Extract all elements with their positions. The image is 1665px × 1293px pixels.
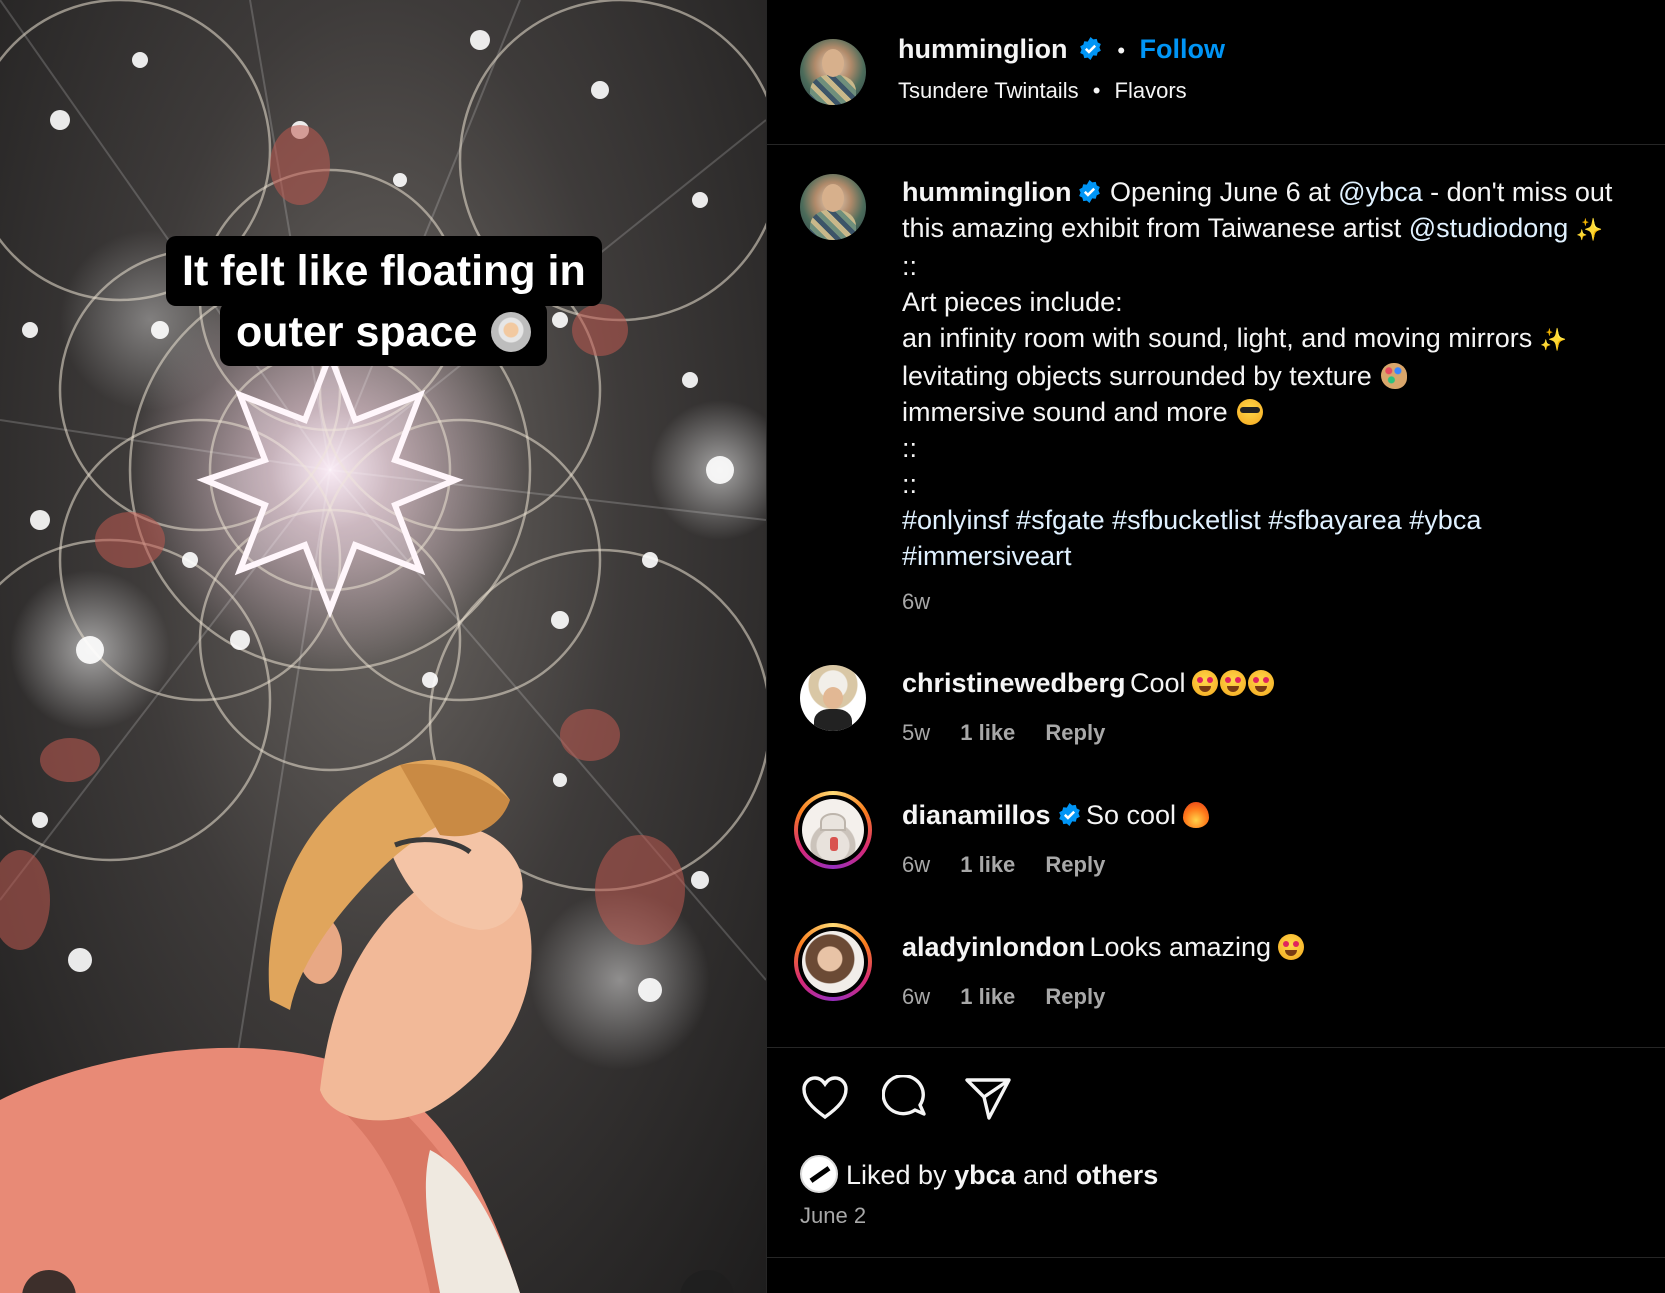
comment-likes[interactable]: 1 like (960, 720, 1015, 745)
footer-divider (767, 1257, 1665, 1258)
liked-by-others[interactable]: others (1076, 1160, 1159, 1190)
caption-line-2: outer space (220, 302, 548, 366)
author-username[interactable]: humminglion (898, 34, 1067, 64)
header-separator: • (1117, 38, 1126, 63)
caption-separator: :: (902, 469, 918, 499)
comment-text: Cool (1130, 668, 1186, 698)
caption-hashtags[interactable]: #onlyinsf #sfgate #sfbucketlist #sfbayar… (902, 502, 1662, 538)
caption-line-2-text: outer space (236, 308, 478, 356)
post-date: June 2 (800, 1203, 867, 1228)
caption-text-3: this amazing exhibit from Taiwanese arti… (902, 213, 1409, 243)
verified-badge-icon (1079, 180, 1101, 203)
caption-text-2: - don't miss out (1422, 177, 1613, 207)
comment-meta: 6w 1 like Reply (902, 984, 1105, 1010)
caption-levitating-line: levitating objects surrounded by texture (902, 361, 1372, 391)
reply-button[interactable]: Reply (1045, 852, 1105, 877)
caption-immersive-line: immersive sound and more (902, 397, 1228, 427)
comment: dianamillos So cool (902, 797, 1209, 833)
ybca-avatar[interactable] (800, 1155, 838, 1193)
reply-button[interactable]: Reply (1045, 984, 1105, 1009)
liked-by-prefix: Liked by (846, 1160, 955, 1190)
heart-eyes-emoji-icon (1192, 670, 1218, 696)
liked-by-line[interactable]: Liked by ybca and others (800, 1155, 1158, 1193)
subline-separator: • (1092, 78, 1101, 103)
follow-button[interactable]: Follow (1140, 34, 1225, 64)
like-heart-icon[interactable] (801, 1075, 849, 1121)
caption-author-avatar[interactable] (800, 174, 866, 240)
caption-hashtags[interactable]: #immersiveart (902, 538, 1662, 574)
comment: aladyinlondon Looks amazing (902, 929, 1304, 965)
author-avatar[interactable] (800, 39, 866, 105)
post-header: humminglion • Follow Tsundere Twintails … (767, 0, 1665, 145)
liked-by-mid: and (1015, 1160, 1076, 1190)
comment: christinewedberg Cool (902, 665, 1274, 701)
comment-meta: 6w 1 like Reply (902, 852, 1105, 878)
sparkles-emoji-icon: ✨ (1575, 217, 1604, 242)
comment-username[interactable]: dianamillos (902, 800, 1051, 830)
comment-username[interactable]: christinewedberg (902, 668, 1126, 698)
caption-separator: :: (902, 433, 918, 463)
audio-title[interactable]: Tsundere Twintails (898, 78, 1079, 103)
story-ring-avatar[interactable] (794, 923, 872, 1001)
share-send-icon[interactable] (963, 1076, 1013, 1122)
comment-age: 6w (902, 852, 931, 877)
astronaut-emoji-icon (491, 312, 532, 352)
comment-username[interactable]: aladyinlondon (902, 932, 1085, 962)
verified-badge-icon (1058, 803, 1080, 826)
sparkles-emoji-icon: ✨ (1539, 327, 1568, 352)
audio-subline[interactable]: Tsundere Twintails • Flavors (898, 78, 1187, 104)
mention-ybca[interactable]: @ybca (1338, 177, 1422, 207)
post-details-panel: humminglion • Follow Tsundere Twintails … (766, 0, 1665, 1293)
comment-bubble-icon[interactable] (882, 1075, 930, 1123)
heart-eyes-emoji-icon (1220, 670, 1246, 696)
comment-likes[interactable]: 1 like (960, 984, 1015, 1009)
commenter-avatar[interactable] (800, 665, 866, 731)
caption-line-1: It felt like floating in (166, 236, 602, 306)
heart-eyes-emoji-icon (1248, 670, 1274, 696)
post-media[interactable]: It felt like floating in outer space (0, 0, 766, 1293)
caption-separator: :: (902, 251, 918, 281)
palette-emoji-icon (1381, 363, 1408, 389)
mirror-room-image (0, 0, 766, 1293)
comment-meta: 5w 1 like Reply (902, 720, 1105, 746)
comment-age: 5w (902, 720, 931, 745)
fire-emoji-icon (1182, 802, 1209, 828)
comment-age: 6w (902, 984, 931, 1009)
caption-text-1: Opening June 6 at (1110, 177, 1339, 207)
header-title-row: humminglion • Follow (898, 34, 1225, 65)
comment-text: Looks amazing (1089, 932, 1272, 962)
comment-likes[interactable]: 1 like (960, 852, 1015, 877)
sunglasses-emoji-icon (1237, 399, 1264, 425)
caption-username[interactable]: humminglion (902, 177, 1071, 207)
audio-artist[interactable]: Flavors (1115, 78, 1187, 103)
comment-text: So cool (1086, 800, 1177, 830)
caption-age: 6w (902, 589, 931, 614)
caption-infinity-line: an infinity room with sound, light, and … (902, 323, 1533, 353)
heart-eyes-emoji-icon (1277, 934, 1304, 960)
mention-studiodong[interactable]: @studiodong (1409, 213, 1569, 243)
verified-badge-icon (1080, 37, 1101, 60)
liked-by-user[interactable]: ybca (954, 1160, 1016, 1190)
story-ring-avatar[interactable] (794, 791, 872, 869)
actions-divider (767, 1047, 1665, 1048)
caption-art-pieces: Art pieces include: (902, 287, 1123, 317)
reply-button[interactable]: Reply (1045, 720, 1105, 745)
post-caption: humminglion Opening June 6 at @ybca - do… (902, 174, 1662, 620)
